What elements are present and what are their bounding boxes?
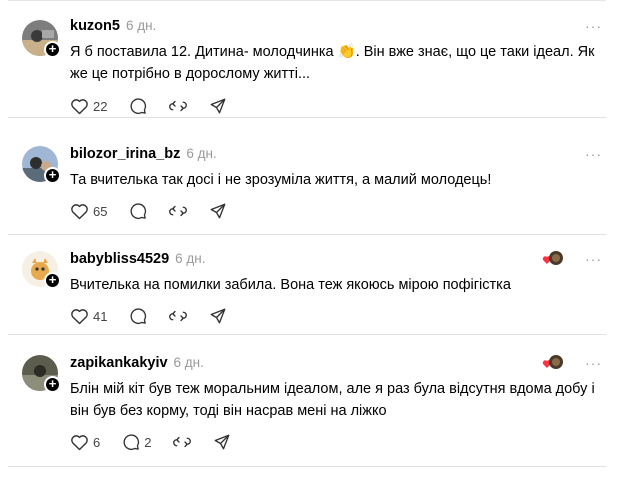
comment-icon <box>123 434 140 450</box>
post-time[interactable]: 6 дн. <box>126 18 156 33</box>
reply-button[interactable] <box>129 307 147 325</box>
comment-icon <box>130 308 147 324</box>
post-text-line: Я б поставила 12. Дитина- молодчинка 👏. … <box>70 44 595 60</box>
like-button[interactable]: 41 <box>70 307 107 325</box>
like-count: 65 <box>93 203 108 219</box>
send-icon <box>211 98 226 114</box>
reply-post: + bilozor_irina_bz 6 дн. ··· Та вчительк… <box>0 118 620 235</box>
replies-feed: + kuzon5 6 дн. ··· Я б поставила 12. Дит… <box>0 0 620 482</box>
reply-post: + zapikankakyiv 6 дн. ··· Блін мій кіт б… <box>0 335 620 467</box>
post-text: Вчителька на помилки забила. Вона теж як… <box>70 275 602 297</box>
username[interactable]: babybliss4529 <box>70 251 169 267</box>
post-time[interactable]: 6 дн. <box>186 146 216 161</box>
share-button[interactable] <box>213 433 231 451</box>
follow-plus-icon[interactable]: + <box>44 167 61 184</box>
heart-icon <box>71 309 88 325</box>
share-button[interactable] <box>209 307 227 325</box>
repost-icon <box>169 310 188 322</box>
comment-icon <box>130 98 147 114</box>
follow-plus-icon[interactable]: + <box>44 272 61 289</box>
reply-button[interactable] <box>129 97 147 115</box>
share-button[interactable] <box>209 202 227 220</box>
share-button[interactable] <box>209 97 227 115</box>
more-icon[interactable]: ··· <box>585 355 602 371</box>
like-count: 41 <box>93 308 108 324</box>
send-icon <box>211 203 226 219</box>
repost-button[interactable] <box>169 97 188 115</box>
liked-by-author-icon <box>542 353 564 371</box>
repost-icon <box>169 205 188 217</box>
like-count: 22 <box>93 98 108 114</box>
username[interactable]: bilozor_irina_bz <box>70 146 180 162</box>
post-text: Я б поставила 12. Дитина- молодчинка 👏. … <box>70 42 602 85</box>
repost-button[interactable] <box>169 307 188 325</box>
post-header: bilozor_irina_bz 6 дн. <box>70 146 217 162</box>
post-divider <box>8 466 606 467</box>
post-time[interactable]: 6 дн. <box>175 251 205 266</box>
avatar[interactable]: + <box>22 20 61 58</box>
action-bar: 65 <box>70 202 249 220</box>
post-text: Та вчителька так досі і не зрозуміла жит… <box>70 170 602 192</box>
liked-by-author-icon <box>542 249 564 267</box>
send-icon <box>215 434 230 450</box>
comment-icon <box>130 203 147 219</box>
like-button[interactable]: 6 <box>70 433 100 451</box>
action-bar: 41 <box>70 307 249 325</box>
reply-count: 2 <box>144 434 152 450</box>
post-header: kuzon5 6 дн. <box>70 18 156 34</box>
heart-icon <box>71 204 88 220</box>
avatar[interactable]: + <box>22 355 61 393</box>
repost-button[interactable] <box>169 202 188 220</box>
avatar[interactable]: + <box>22 146 61 184</box>
action-bar: 22 <box>70 97 249 115</box>
username[interactable]: kuzon5 <box>70 18 120 34</box>
reply-button[interactable]: 2 <box>122 433 151 451</box>
heart-icon <box>71 435 88 451</box>
more-icon[interactable]: ··· <box>585 18 602 34</box>
post-header: babybliss4529 6 дн. <box>70 251 206 267</box>
post-text-line: Вчителька на помилки забила. Вона теж як… <box>70 277 511 293</box>
post-text-line: Блін мій кіт був теж моральним ідеалом, … <box>70 381 595 397</box>
post-text: Блін мій кіт був теж моральним ідеалом, … <box>70 379 602 422</box>
more-icon[interactable]: ··· <box>585 146 602 162</box>
follow-plus-icon[interactable]: + <box>44 376 61 393</box>
action-bar: 6 2 <box>70 433 253 451</box>
repost-icon <box>169 100 188 112</box>
reply-post: + kuzon5 6 дн. ··· Я б поставила 12. Дит… <box>0 0 620 118</box>
like-button[interactable]: 65 <box>70 202 107 220</box>
post-time[interactable]: 6 дн. <box>174 355 204 370</box>
follow-plus-icon[interactable]: + <box>44 41 61 58</box>
avatar[interactable]: + <box>22 251 61 289</box>
like-count: 6 <box>93 434 101 450</box>
heart-icon <box>71 99 88 115</box>
post-text-line: він був без корму, тоді він насрав мені … <box>70 402 387 419</box>
repost-button[interactable] <box>173 433 192 451</box>
reply-post: + babybliss4529 6 дн. ··· Вчителька на п… <box>0 235 620 335</box>
send-icon <box>211 308 226 324</box>
reply-button[interactable] <box>129 202 147 220</box>
more-icon[interactable]: ··· <box>585 251 602 267</box>
post-text-line: Та вчителька так досі і не зрозуміла жит… <box>70 172 492 188</box>
post-header: zapikankakyiv 6 дн. <box>70 355 204 371</box>
post-text-line: же це потрібно в дорослому житті... <box>70 65 311 82</box>
like-button[interactable]: 22 <box>70 97 107 115</box>
username[interactable]: zapikankakyiv <box>70 355 168 371</box>
repost-icon <box>173 436 192 448</box>
